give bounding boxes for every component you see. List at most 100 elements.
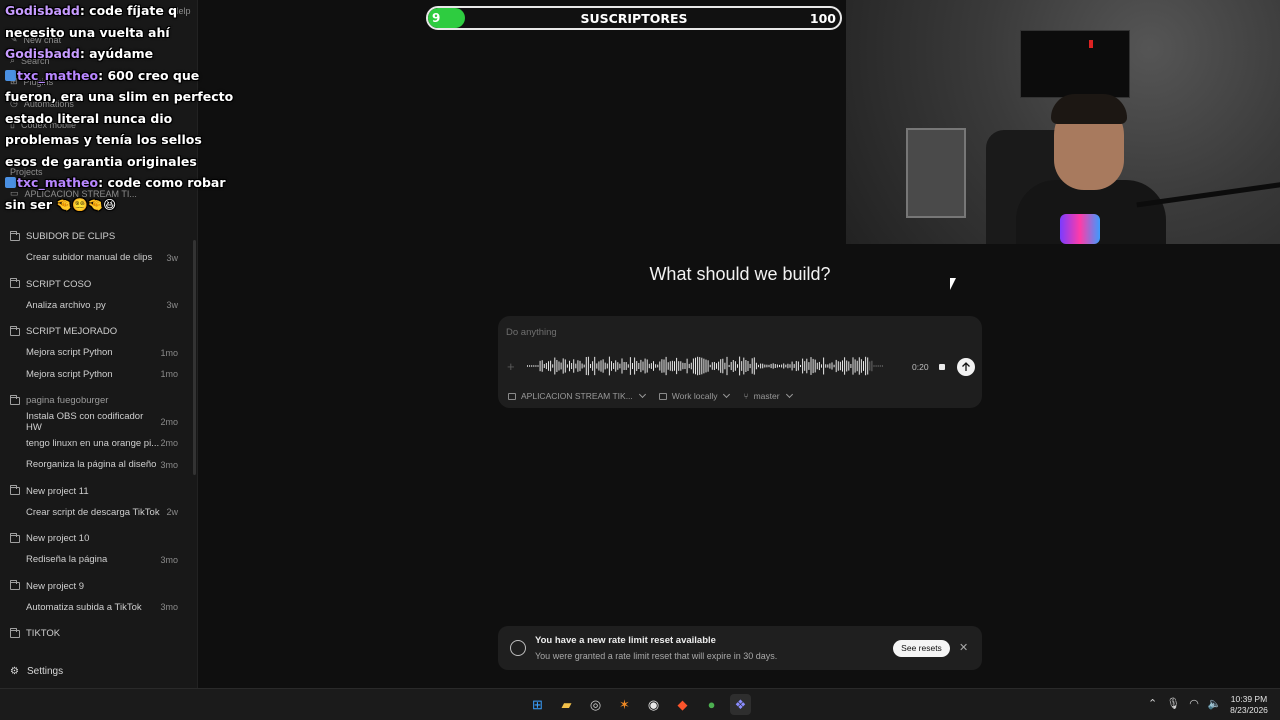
subscriber-label: SUSCRIPTORES: [580, 11, 688, 26]
media-app-icon[interactable]: ✶: [614, 694, 635, 715]
waveform-bar: [573, 359, 575, 373]
waveform-bar: [659, 361, 661, 371]
chat-username: Godisbadd: [5, 3, 80, 18]
waveform-bar: [569, 360, 570, 372]
waveform-bar: [751, 358, 753, 374]
chat-title: Rediseña la página: [26, 554, 108, 566]
wifi-icon[interactable]: ◠: [1189, 697, 1199, 710]
chat-item[interactable]: Instala OBS con codificador HW 2mo: [0, 411, 192, 433]
waveform-bar: [812, 358, 814, 374]
waveform-bar: [879, 365, 881, 367]
branch-selector[interactable]: ⑂ master: [743, 390, 793, 401]
chat-item[interactable]: Analiza archivo .py 3w: [0, 295, 192, 317]
chat-message: txc_matheo: 600 creo que fueron, era una…: [5, 65, 237, 173]
waveform-bar: [758, 364, 759, 368]
waveform-bar: [877, 365, 879, 367]
waveform-bar: [600, 360, 602, 372]
stream-chat-overlay: Godisbadd: code fíjate q necesito una vu…: [5, 0, 237, 215]
chat-item[interactable]: Automatiza subida a TikTok 3mo: [0, 597, 192, 619]
waveform-bar: [678, 361, 680, 371]
waveform-bar: [737, 364, 738, 368]
sidebar-scrollbar[interactable]: [193, 240, 196, 475]
waveform-bar: [579, 360, 581, 372]
branch-selector-label: master: [753, 391, 780, 401]
chevron-up-icon[interactable]: ⌃: [1148, 697, 1157, 710]
waveform-bar: [835, 359, 837, 373]
project-group: SCRIPT COSO Analiza archivo .py 3w: [0, 274, 192, 317]
waveform-bar: [674, 361, 675, 371]
see-resets-button[interactable]: See resets: [893, 640, 950, 657]
file-explorer-icon[interactable]: ▰: [556, 694, 577, 715]
clock[interactable]: 10:39 PM 8/23/2026: [1226, 694, 1272, 716]
folder-icon: [10, 485, 20, 495]
chat-item[interactable]: Mejora script Python 1mo: [0, 342, 192, 364]
folder-icon: [508, 392, 516, 400]
chat-item[interactable]: Crear subidor manual de clips 3w: [0, 247, 192, 269]
waveform-bar: [871, 360, 873, 372]
project-new-project-10[interactable]: New project 10: [0, 528, 192, 549]
codex-icon[interactable]: ❖: [730, 694, 751, 715]
waveform-bar: [753, 357, 755, 375]
chevron-down-icon: [638, 390, 646, 399]
microphone-icon[interactable]: 🎙: [1166, 697, 1180, 710]
steam-icon[interactable]: ◎: [585, 694, 606, 715]
project-group: New project 11 Crear script de descarga …: [0, 481, 192, 524]
project-script-mejorado[interactable]: SCRIPT MEJORADO: [0, 321, 192, 342]
waveform-bar: [713, 361, 715, 371]
waveform-bar: [818, 361, 820, 371]
waveform-bar: [661, 359, 663, 373]
waveform-bar: [728, 364, 730, 368]
project-subidor-de-clips[interactable]: SUBIDOR DE CLIPS: [0, 226, 192, 247]
project-tiktok[interactable]: TIKTOK: [0, 623, 192, 644]
waveform-bar: [787, 363, 789, 369]
location-selector[interactable]: Work locally: [658, 390, 731, 401]
obs-icon[interactable]: ◉: [643, 694, 664, 715]
project-new-project-9[interactable]: New project 9: [0, 576, 192, 597]
chat-item[interactable]: Crear script de descarga TikTok 2w: [0, 502, 192, 524]
waveform-bar: [795, 360, 797, 372]
folder-icon: [10, 580, 20, 590]
waveform-bar: [686, 358, 688, 374]
waveform-bar: [596, 363, 598, 369]
project-pagina-fuegoburger[interactable]: pagina fuegoburger: [0, 390, 192, 411]
project-selector[interactable]: APLICACION STREAM TIK...: [508, 390, 646, 401]
project-name: New project 11: [26, 485, 89, 497]
waveform-bar: [644, 358, 646, 374]
volume-icon[interactable]: 🔈: [1208, 697, 1222, 710]
waveform-bar: [680, 361, 682, 371]
waveform-bar: [831, 362, 833, 370]
brave-icon[interactable]: ◆: [672, 694, 693, 715]
project-new-project-11[interactable]: New project 11: [0, 481, 192, 502]
waveform-bar: [705, 359, 707, 373]
chat-item[interactable]: Mejora script Python 1mo: [0, 364, 192, 386]
waveform-bar: [800, 364, 801, 368]
waveform-bar: [688, 363, 690, 369]
chat-age: 2mo: [160, 438, 178, 449]
send-button[interactable]: [957, 358, 975, 376]
settings-button[interactable]: ⚙ Settings: [10, 666, 63, 677]
waveform-bar: [543, 364, 545, 368]
project-group: pagina fuegoburger Instala OBS con codif…: [0, 390, 192, 476]
waveform-bar: [776, 364, 778, 368]
chat-item[interactable]: Reorganiza la página al diseño 3mo: [0, 454, 192, 476]
waveform-bar: [598, 361, 600, 371]
add-attachment-icon[interactable]: +: [507, 359, 515, 374]
waveform-bar: [692, 358, 694, 374]
waveform-bar: [716, 363, 717, 369]
waveform-bar: [863, 361, 864, 371]
project-script-coso[interactable]: SCRIPT COSO: [0, 274, 192, 295]
subscriber-badge-icon: [5, 69, 16, 81]
windows-start-icon[interactable]: ⊞: [527, 694, 548, 715]
close-icon[interactable]: ✕: [959, 641, 968, 654]
stop-recording-button[interactable]: [939, 364, 945, 370]
composer-input[interactable]: Do anything: [506, 327, 557, 338]
waveform-bar: [531, 365, 533, 367]
chat-item[interactable]: Rediseña la página 3mo: [0, 549, 192, 571]
chat-item[interactable]: tengo linuxn en una orange pi... 2mo: [0, 433, 192, 455]
waveform-bar: [770, 363, 772, 369]
waveform-bar: [825, 364, 827, 368]
chat-title: Automatiza subida a TikTok: [26, 601, 142, 613]
project-name: TIKTOK: [26, 628, 61, 639]
chrome-icon[interactable]: ●: [701, 694, 722, 715]
waveform-bar: [875, 365, 877, 367]
